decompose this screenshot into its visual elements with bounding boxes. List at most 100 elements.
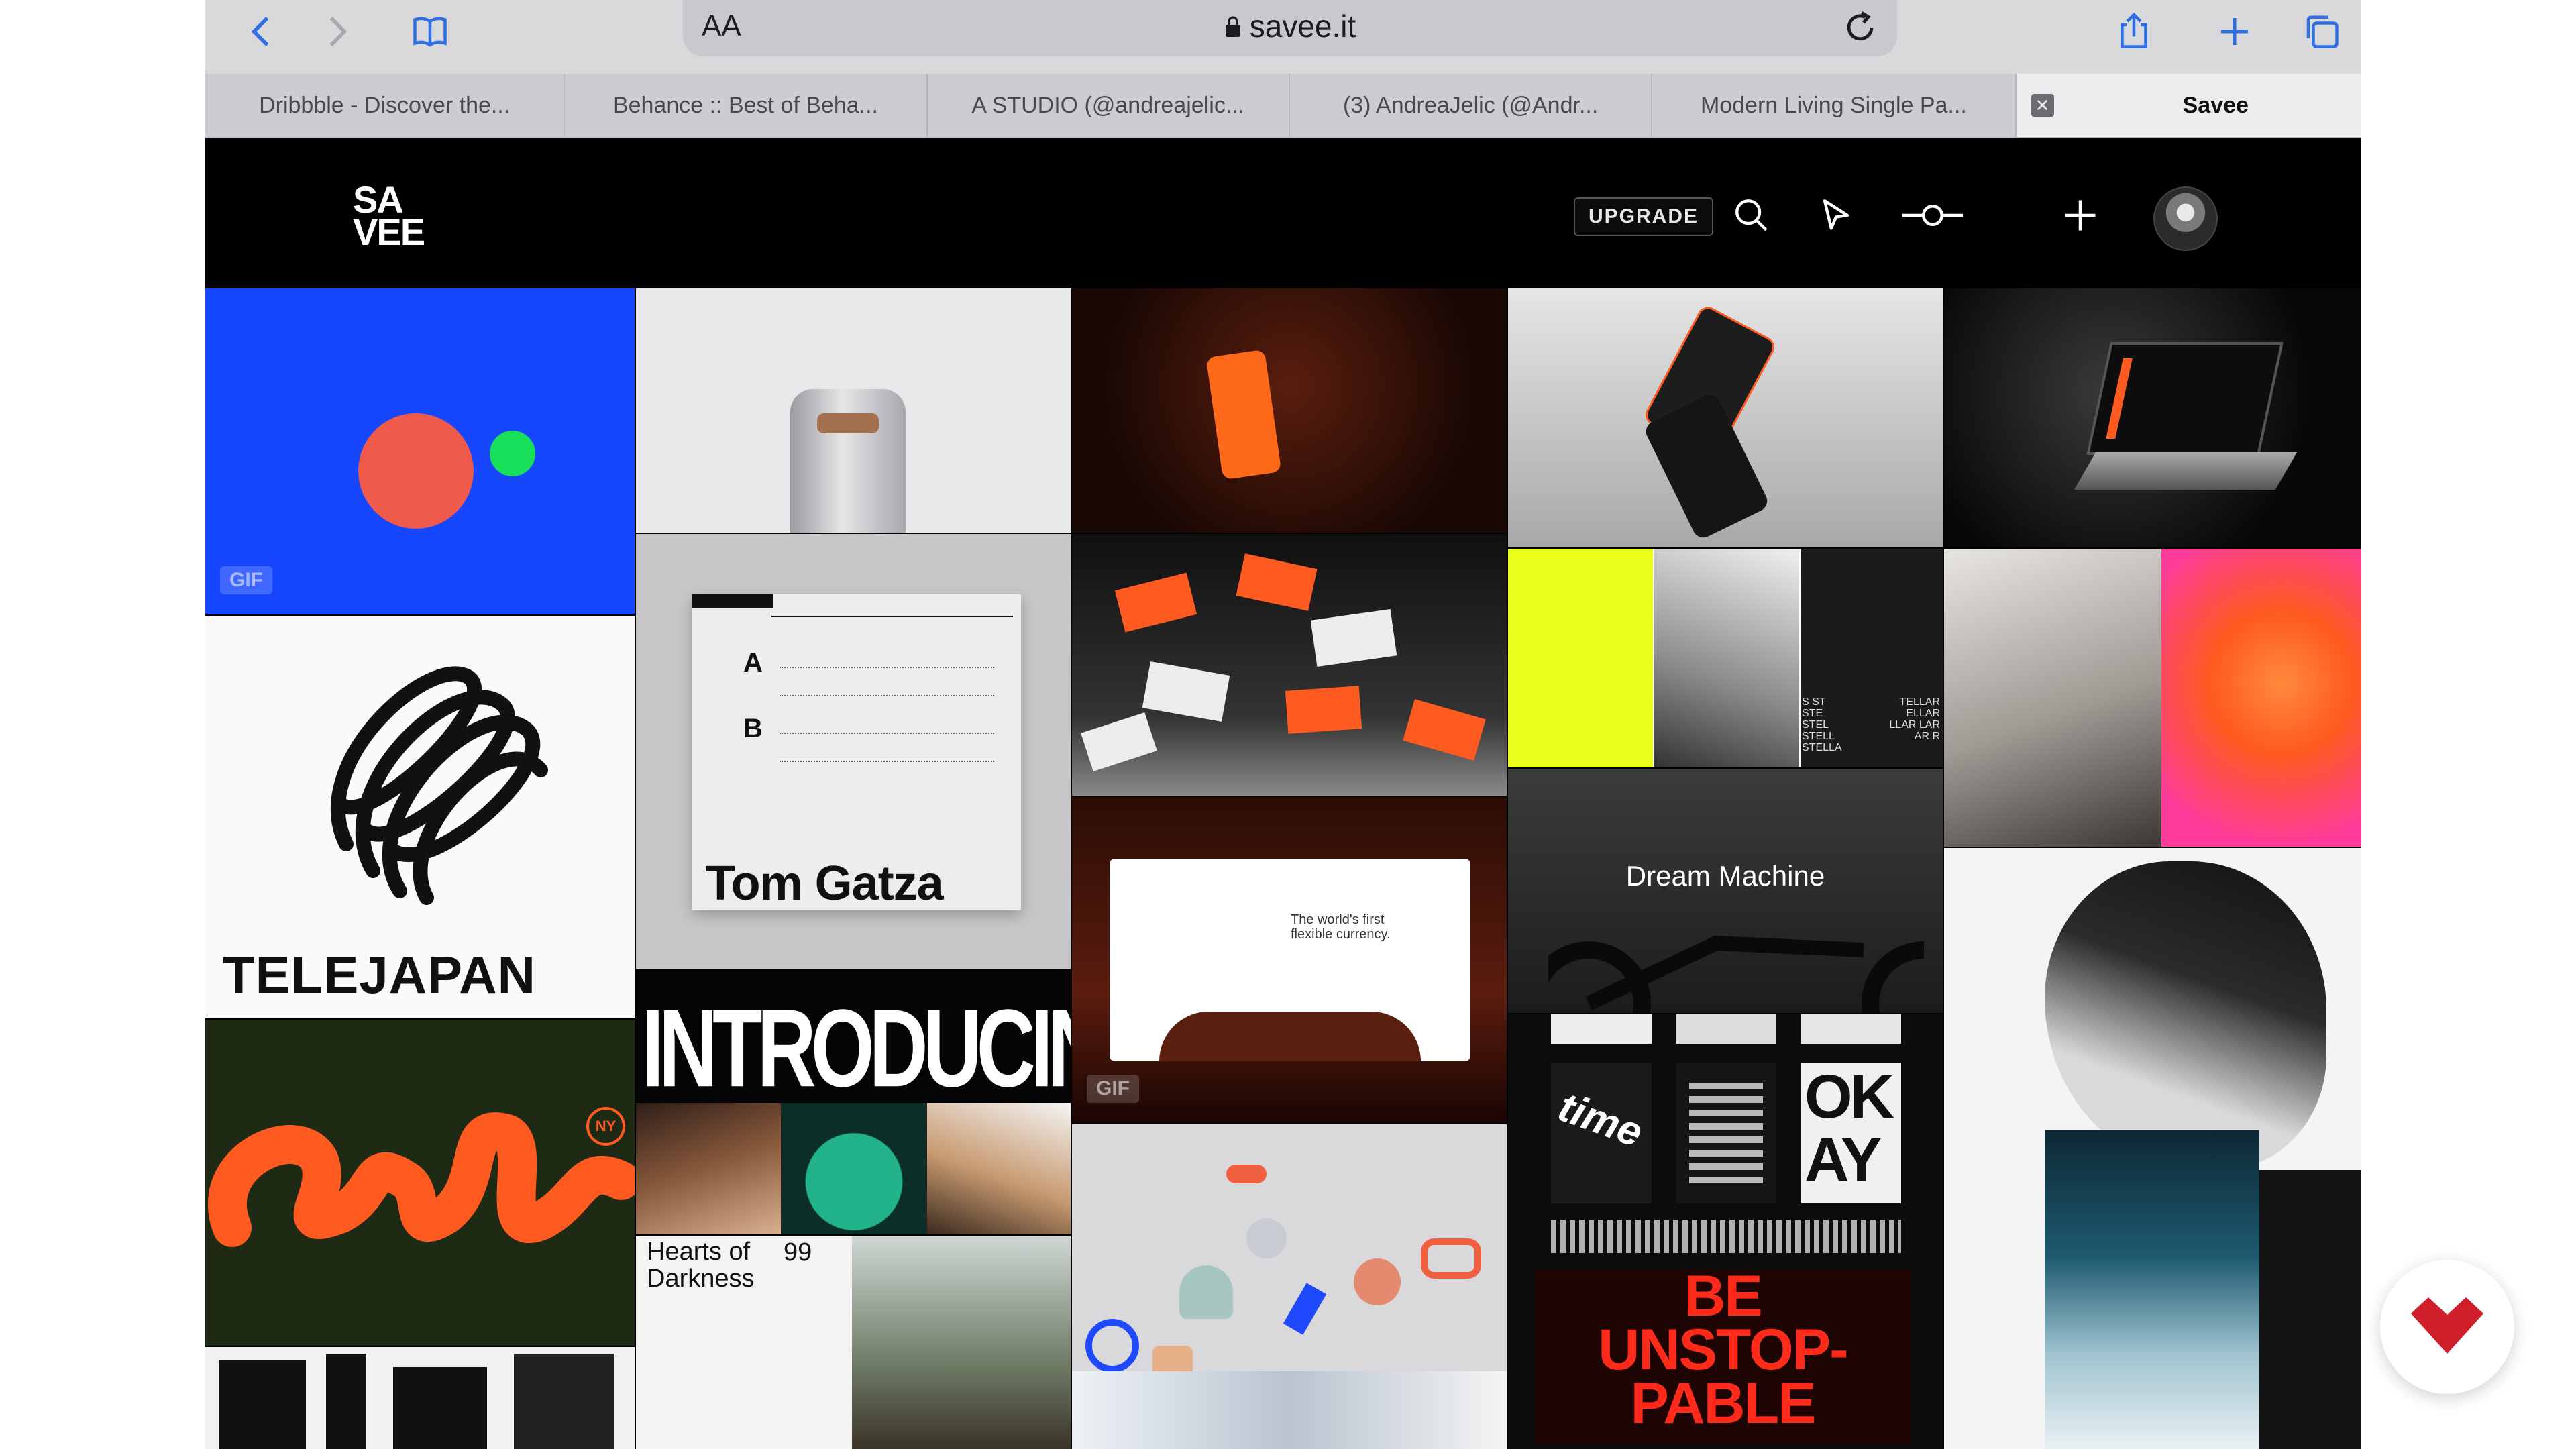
cursor-icon[interactable] [1813,192,1860,239]
tab-label: Behance :: Best of Beha... [612,92,878,118]
laptop-accent [2106,358,2133,439]
forward-icon[interactable] [306,4,366,59]
introducing-text: INTRODUCING [641,986,1071,1102]
tile-poster-collage[interactable]: time OK AY BE UNSTOP- PABLE [1508,1014,1943,1449]
dream-machine-title: Dream Machine [1625,860,1825,892]
tab-andreajelic[interactable]: (3) AndreaJelic (@Andr... [1290,74,1653,137]
jacket-shoulder [2259,1170,2361,1449]
tabs-overview-icon[interactable] [2292,4,2352,59]
portrait-photo [636,1103,781,1234]
poster-thumb [1551,1014,1652,1044]
tab-savee[interactable]: ✕ Savee [2016,74,2361,137]
hearts-number: 99 [784,1238,812,1267]
lock-icon [1224,9,1242,46]
laptop-screen: The world's first flexible currency. [1110,859,1470,1061]
tile-blue-dots[interactable]: GIF [205,288,635,614]
3d-shape [1354,1258,1401,1305]
search-icon[interactable] [1728,192,1775,239]
tile-phones-bubblewrap[interactable] [1508,288,1943,547]
hand-photo [1654,549,1799,767]
tile-3d-objects[interactable] [1072,1124,1507,1449]
laptop-base [2074,452,2298,490]
tile-portraits[interactable] [636,1103,1071,1234]
3d-shape [1283,1283,1327,1335]
type-block [393,1367,487,1449]
tile-business-cards[interactable] [1072,534,1507,796]
masonry-grid: GIF TELEJAPAN NY A B Tom Gatza INTRODUCI… [205,288,2361,1449]
tile-abstract-gradient[interactable] [1944,549,2361,847]
commit-icon[interactable] [1896,192,1970,239]
speaker-body [790,389,906,533]
3d-shape [1226,1165,1267,1183]
share-icon[interactable] [2104,4,2164,59]
tile-hearts-of-darkness[interactable]: Hearts of Darkness 99 [636,1236,1071,1449]
tile-flexible-currency[interactable]: The world's first flexible currency. GIF [1072,797,1507,1123]
tab-a-studio[interactable]: A STUDIO (@andreajelic... [928,74,1290,137]
poster-thumb [1676,1014,1776,1044]
logo-line-2: VEE [353,211,425,253]
tab-dribbble[interactable]: Dribbble - Discover the... [205,74,566,137]
green-dot [490,431,535,476]
time-word: time [1552,1083,1649,1157]
portrait-head [2045,861,2326,1170]
gif-badge: GIF [1087,1075,1139,1103]
tom-gatza-title: Tom Gatza [706,857,944,910]
tab-label: A STUDIO (@andreajelic... [971,92,1245,118]
business-card [1285,686,1362,734]
tab-behance[interactable]: Behance :: Best of Beha... [565,74,928,137]
3d-shape [1179,1265,1233,1319]
poster-strip [1551,1220,1901,1253]
new-tab-icon[interactable] [2204,4,2265,59]
bronze-arch [1159,1012,1421,1061]
avatar[interactable] [2153,186,2218,251]
savee-logo[interactable]: SA VEE [353,181,425,253]
be-unstoppable-text: BE UNSTOP- PABLE [1598,1264,1848,1436]
telejapan-text: TELEJAPAN [223,945,536,1004]
brand-badge-button[interactable] [2380,1260,2514,1394]
reload-icon[interactable] [1841,8,1880,47]
tile-orange-phone[interactable] [1072,288,1507,533]
3d-shape [1085,1319,1139,1373]
tile-orange-script[interactable]: NY [205,1020,635,1346]
back-icon[interactable] [232,4,292,59]
poster-lines [1689,1083,1763,1183]
tile-introducing[interactable]: INTRODUCING [636,970,1071,1102]
red-dot [358,413,474,529]
orange-gradient [2161,549,2361,847]
poster-unstoppable: BE UNSTOP- PABLE [1535,1264,1911,1444]
close-tab-icon[interactable]: ✕ [2031,94,2054,117]
address-bar[interactable]: AA savee.it [683,0,1897,56]
tab-label: Dribbble - Discover the... [259,92,511,118]
tile-telejapan[interactable]: TELEJAPAN [205,616,635,1018]
ny-badge: NY [586,1107,625,1146]
track-list [780,733,994,762]
3d-shape [1421,1238,1481,1279]
tab-modern-living[interactable]: Modern Living Single Pa... [1652,74,2017,137]
photo-strip [1072,1371,1507,1449]
portrait-photo [927,1103,1071,1234]
tile-dream-machine[interactable]: Dream Machine [1508,769,1943,1013]
tile-bold-type[interactable] [205,1347,635,1449]
tile-record-sleeve[interactable]: A B Tom Gatza [636,534,1071,969]
laptop-screen [2086,342,2284,455]
add-icon[interactable] [2057,192,2104,239]
tile-speaker-product[interactable] [636,288,1071,533]
record-sleeve: A B Tom Gatza [692,594,1021,910]
stella-panel: S ST STE STEL STELL STELLA TELLAR ELLAR … [1801,549,1943,767]
app-header: SA VEE UPGRADE [205,138,2361,288]
sleeve-stripe [692,594,773,608]
tile-stella-type[interactable]: S ST STE STEL STELL STELLA TELLAR ELLAR … [1508,549,1943,767]
business-card [1114,572,1197,633]
bike-illustration [1548,935,1924,1013]
tile-laptop-dark[interactable] [1944,288,2361,547]
phone-mockup [1205,349,1282,480]
gif-badge: GIF [220,566,272,594]
device-screen: AA savee.it Dribbble - Discover the... B… [205,0,2361,1449]
tile-portrait-wave[interactable] [1944,848,2361,1449]
upgrade-button[interactable]: UPGRADE [1574,197,1714,236]
bookmarks-icon[interactable] [400,4,460,59]
okay-word: OK AY [1805,1063,1894,1194]
tab-label: Modern Living Single Pa... [1700,92,1967,118]
browser-toolbar: AA savee.it [205,0,2361,74]
type-block [514,1354,614,1449]
